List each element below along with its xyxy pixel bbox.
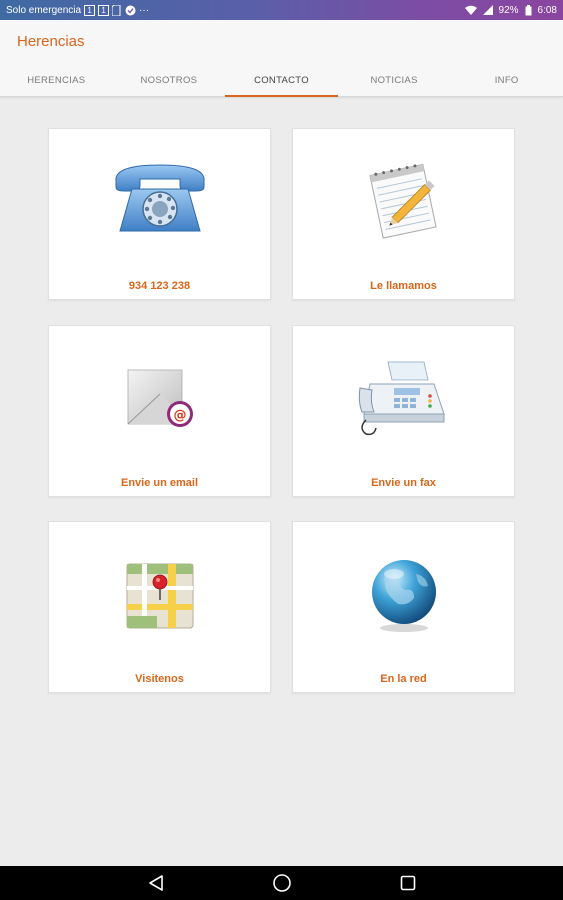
tab-noticias[interactable]: NOTICIAS <box>338 64 451 97</box>
home-icon[interactable] <box>272 873 292 893</box>
tab-nosotros[interactable]: NOSOTROS <box>113 64 226 97</box>
card-label: Visitenos <box>135 673 184 685</box>
app-bar: Herencias HERENCIAS NOSOTROS CONTACTO NO… <box>0 20 563 97</box>
battery-icon <box>525 4 532 15</box>
card-visit[interactable]: Visitenos <box>48 521 271 693</box>
wifi-icon <box>464 5 477 15</box>
email-envelope-icon: @ <box>127 369 193 427</box>
signal-icon <box>482 5 493 15</box>
app-title: Herencias <box>17 33 85 50</box>
tab-herencias[interactable]: HERENCIAS <box>0 64 113 97</box>
card-email[interactable]: @ Envie un email <box>48 325 271 497</box>
sim1-icon: 1 <box>84 4 96 16</box>
tab-bar: HERENCIAS NOSOTROS CONTACTO NOTICIAS INF… <box>0 64 563 97</box>
card-phone[interactable]: 934 123 238 <box>48 128 271 300</box>
tab-contacto[interactable]: CONTACTO <box>225 64 338 97</box>
globe-icon <box>371 560 436 632</box>
sim2-icon: 1 <box>98 4 110 16</box>
card-label: Envie un email <box>120 477 199 489</box>
system-nav-bar <box>0 866 563 900</box>
shield-icon <box>125 5 136 15</box>
card-web[interactable]: En la red <box>292 521 515 693</box>
card-label: En la red <box>380 673 427 685</box>
status-right: 92% 6:08 <box>464 4 557 16</box>
card-fax[interactable]: Envie un fax <box>292 325 515 497</box>
battery-percent: 92% <box>498 4 519 16</box>
card-callback[interactable]: Le llamamos <box>292 128 515 300</box>
recents-icon[interactable] <box>400 875 416 891</box>
carrier-text: Solo emergencia <box>6 4 82 16</box>
telephone-icon <box>114 164 205 232</box>
clock: 6:08 <box>537 4 557 16</box>
status-left: Solo emergencia 1 1 ··· <box>6 4 150 16</box>
map-pin-icon <box>126 563 193 629</box>
fax-machine-icon <box>358 361 445 436</box>
svg-text:@: @ <box>173 408 186 423</box>
back-icon[interactable] <box>148 874 164 892</box>
sd-card-icon <box>112 4 121 16</box>
tab-info[interactable]: INFO <box>450 64 563 97</box>
status-bar: Solo emergencia 1 1 ··· 92% 6:08 <box>0 0 563 20</box>
card-label: Le llamamos <box>370 280 437 292</box>
notepad-pencil-icon <box>368 163 437 239</box>
card-label: 934 123 238 <box>128 280 191 292</box>
card-label: Envie un fax <box>371 477 436 489</box>
more-notifications-icon: ··· <box>139 4 150 16</box>
